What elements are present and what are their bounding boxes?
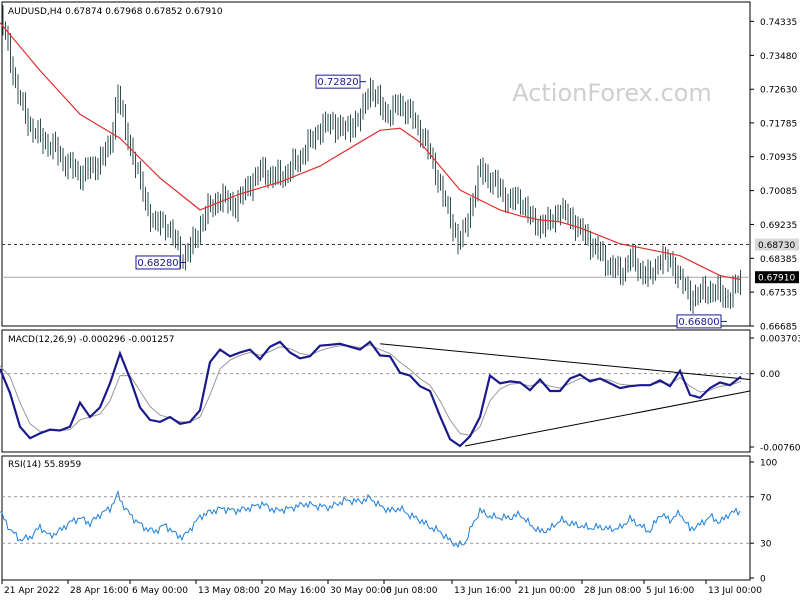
price-highlight-label-1: 0.67910 <box>755 271 799 284</box>
price-annotation-label: 0.66800 <box>678 317 719 328</box>
macd-y-axis: 0.003703 0.00 -0.007608 <box>750 335 800 454</box>
rsi-y-tick-label: 70 <box>760 493 772 503</box>
x-tick-label: 30 May 00:00 <box>330 586 392 596</box>
x-tick-label: 21 Jun 00:00 <box>518 586 575 596</box>
watermark: ActionForex.com <box>512 79 712 107</box>
x-tick-label: 6 May 00:00 <box>132 586 188 596</box>
x-tick-label: 28 Jun 08:00 <box>584 586 641 596</box>
price-highlight-text: 0.67910 <box>758 274 795 284</box>
macd-pane: MACD(12,26,9) -0.000296 -0.001257 0.0037… <box>0 329 800 454</box>
price-y-tick-label: 0.71785 <box>760 119 797 129</box>
price-y-tick-label: 0.69235 <box>760 221 797 231</box>
price-pane-title: AUDUSD,H4 0.67874 0.67968 0.67852 0.6791… <box>8 7 223 17</box>
x-tick-label: 13 Jun 16:00 <box>454 586 511 596</box>
time-x-axis: 21 Apr 2022 28 Apr 16:00 6 May 00:00 13 May… <box>1 580 762 596</box>
rsi-pane-title: RSI(14) 55.8959 <box>8 460 81 470</box>
price-annotation-label: 0.68280 <box>137 258 178 269</box>
price-y-tick-label: 0.68385 <box>760 255 797 265</box>
price-highlight-label-0: 0.68730 <box>755 238 799 251</box>
rsi-y-axis: 100 70 30 0 <box>750 459 777 585</box>
x-tick-label: 28 Apr 16:00 <box>70 586 129 596</box>
price-y-tick-label: 0.66685 <box>760 323 797 333</box>
macd-y-tick-label: 0.003703 <box>760 335 800 345</box>
x-tick-label: 13 May 08:00 <box>198 586 260 596</box>
price-y-tick-label: 0.67535 <box>760 289 797 299</box>
price-annotation-1: 0.68280 <box>135 255 186 270</box>
macd-y-tick-label: -0.007608 <box>760 444 800 454</box>
rsi-y-tick-label: 30 <box>760 540 772 550</box>
price-y-axis: 0.74335 0.73480 0.72630 0.71785 0.70935 0.700… <box>750 18 799 333</box>
x-tick-label: 13 Jul 00:00 <box>708 586 762 596</box>
rsi-pane-frame <box>1 455 751 581</box>
price-annotation-2: 0.66800 <box>676 314 727 329</box>
price-annotation-0: 0.72820 <box>315 74 366 89</box>
x-tick-label: 21 Apr 2022 <box>4 586 60 596</box>
rsi-y-tick-label: 100 <box>760 459 777 469</box>
x-tick-label: 6 Jun 08:00 <box>386 586 438 596</box>
x-tick-label: 5 Jul 16:00 <box>646 586 695 596</box>
price-pane: ActionForex.com 0.72820 0.68280 0.66800 AU… <box>0 1 799 333</box>
x-tick-label: 20 May 16:00 <box>264 586 326 596</box>
price-y-tick-label: 0.70085 <box>760 187 797 197</box>
price-y-tick-label: 0.74335 <box>760 18 797 28</box>
macd-y-tick-label: 0.00 <box>760 370 780 380</box>
macd-pane-title: MACD(12,26,9) -0.000296 -0.001257 <box>8 335 174 345</box>
price-highlight-text: 0.68730 <box>758 241 795 251</box>
chart-root: ActionForex.com 0.72820 0.68280 0.66800 AU… <box>0 1 800 596</box>
rsi-pane: RSI(14) 55.8959 100 70 30 0 <box>0 455 777 585</box>
price-y-tick-label: 0.73480 <box>760 52 797 62</box>
price-y-tick-label: 0.72630 <box>760 86 797 96</box>
rsi-y-tick-label: 0 <box>760 575 766 585</box>
price-y-tick-label: 0.70935 <box>760 153 797 163</box>
price-annotation-label: 0.72820 <box>317 77 358 88</box>
